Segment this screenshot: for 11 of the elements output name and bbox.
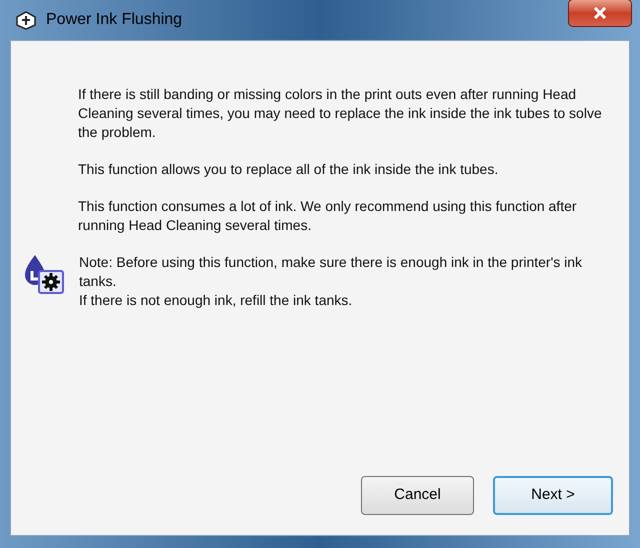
dialog-button[interactable]: Cancel — [361, 476, 474, 515]
window-title: Power Ink Flushing — [46, 10, 182, 30]
instruction-text: This function allows you to replace all of the ink inside the ink tubes. — [78, 160, 500, 179]
instruction-text: This function consumes a lot of ink. We only recommend using this function after running Head Cleaning several times. — [78, 197, 578, 235]
close-button[interactable] — [568, 0, 632, 27]
instruction-text: If there is still banding or missing colors in the print outs even after running Head Cleaning several times, you may need to replace the ink inside the ink tubes to solve the problem. — [78, 85, 603, 142]
note-text: If there is not enough ink, refill the ink tanks. — [79, 291, 354, 310]
note-text: Note: Before using this function, make sure there is enough ink in the printer's ink tanks. — [79, 253, 584, 291]
dialog-button[interactable]: Next > — [493, 476, 613, 515]
close-icon — [593, 7, 607, 19]
ink-gear-icon — [23, 253, 65, 295]
